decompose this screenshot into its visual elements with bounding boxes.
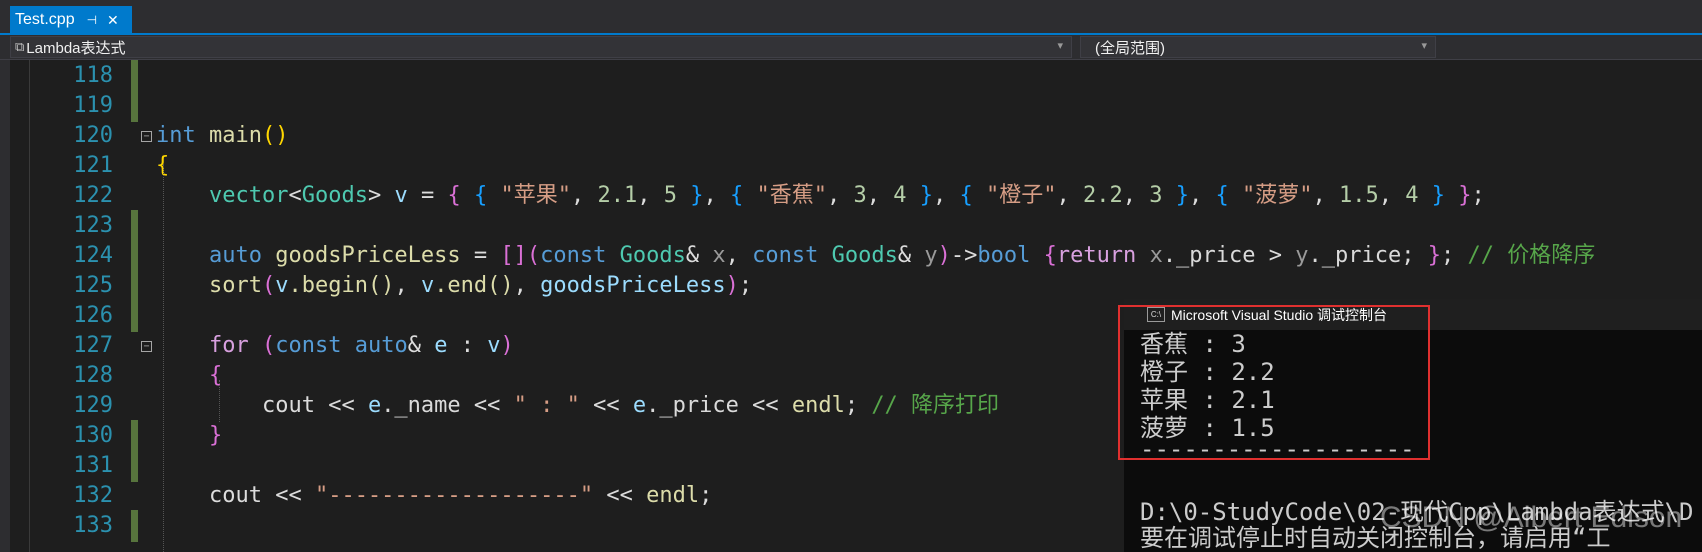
chevron-down-icon: ▾ xyxy=(1421,40,1427,52)
change-marker xyxy=(131,270,138,302)
code-text: cout << "-------------------" << endl; xyxy=(208,483,713,508)
line-number: 118 xyxy=(73,63,113,88)
scope-dropdown-left[interactable]: ⧉ Lambda表达式 ▾ xyxy=(10,36,1072,58)
code-text: for (const auto& e : v) xyxy=(208,333,514,358)
code-line: 118 xyxy=(10,60,1702,92)
code-line: 119 xyxy=(10,90,1702,122)
change-marker xyxy=(131,300,138,332)
code-line: 120 − int main() xyxy=(10,120,1702,152)
line-number: 122 xyxy=(73,183,113,208)
code-line: 122 vector<Goods> v = { { "苹果", 2.1, 5 }… xyxy=(10,180,1702,212)
code-line: 123 xyxy=(10,210,1702,242)
indent-guide xyxy=(163,164,164,552)
scope-right-label: (全局范围) xyxy=(1095,39,1165,57)
collapse-icon[interactable]: − xyxy=(141,131,152,142)
line-number: 129 xyxy=(73,393,113,418)
line-number: 125 xyxy=(73,273,113,298)
navigation-bar: ⧉ Lambda表达式 ▾ (全局范围) ▾ xyxy=(0,35,1702,60)
code-text: auto goodsPriceLess = [](const Goods& x,… xyxy=(208,243,1596,268)
code-line: 121 { xyxy=(10,150,1702,182)
left-margin-strip xyxy=(0,60,10,552)
scope-icon: ⧉ xyxy=(15,39,25,54)
change-marker xyxy=(131,90,138,122)
line-number: 128 xyxy=(73,363,113,388)
code-text: { xyxy=(208,363,223,388)
watermark: CSDN @Albert Edison xyxy=(1380,501,1683,534)
code-line: 125 sort(v.begin(), v.end(), goodsPriceL… xyxy=(10,270,1702,302)
close-icon[interactable]: ✕ xyxy=(107,12,119,29)
code-text: sort(v.begin(), v.end(), goodsPriceLess)… xyxy=(208,273,753,298)
indent-guide xyxy=(219,380,220,422)
code-text: } xyxy=(208,423,223,448)
scope-dropdown-right[interactable]: (全局范围) ▾ xyxy=(1080,36,1436,58)
change-marker xyxy=(131,240,138,272)
collapse-icon[interactable]: − xyxy=(141,341,152,352)
code-text: vector<Goods> v = { { "苹果", 2.1, 5 }, { … xyxy=(208,183,1485,208)
code-text: int main() xyxy=(156,123,289,148)
chevron-down-icon: ▾ xyxy=(1057,40,1063,52)
line-number: 127 xyxy=(73,333,113,358)
scope-left-label: Lambda表达式 xyxy=(26,39,126,57)
code-line: 124 auto goodsPriceLess = [](const Goods… xyxy=(10,240,1702,272)
line-number: 133 xyxy=(73,513,113,538)
highlight-box xyxy=(1118,305,1430,460)
line-number: 126 xyxy=(73,303,113,328)
line-number: 124 xyxy=(73,243,113,268)
pin-icon[interactable]: ⊣ xyxy=(87,13,97,27)
line-number: 123 xyxy=(73,213,113,238)
line-number: 130 xyxy=(73,423,113,448)
change-marker xyxy=(131,420,138,452)
change-marker xyxy=(131,510,138,542)
change-marker xyxy=(131,210,138,242)
code-text: cout << e._name << " : " << e._price << … xyxy=(261,393,1000,418)
line-number: 131 xyxy=(73,453,113,478)
change-marker xyxy=(131,60,138,92)
tab-title: Test.cpp xyxy=(15,11,75,28)
line-number: 120 xyxy=(73,123,113,148)
line-number: 132 xyxy=(73,483,113,508)
tab-test-cpp[interactable]: Test.cpp ⊣ ✕ xyxy=(10,6,132,34)
line-number: 119 xyxy=(73,93,113,118)
change-marker xyxy=(131,450,138,482)
document-tab-bar: Test.cpp ⊣ ✕ xyxy=(0,0,1702,34)
line-number: 121 xyxy=(73,153,113,178)
